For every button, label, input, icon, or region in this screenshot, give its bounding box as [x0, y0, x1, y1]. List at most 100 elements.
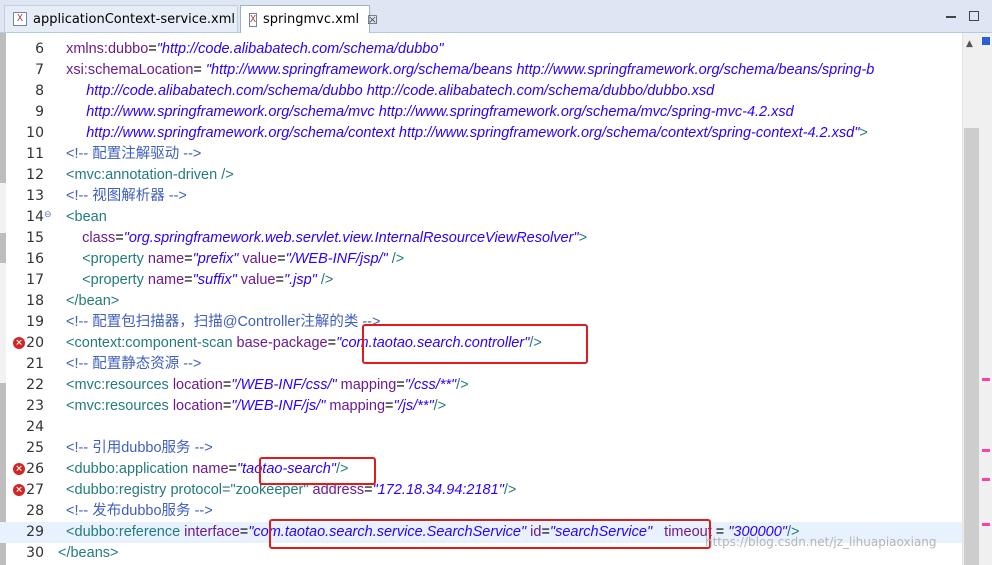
code-editor[interactable]: 6 xmlns:dubbo="http://code.alibabatech.c…	[0, 33, 992, 565]
code-token: <context:component-scan	[58, 335, 237, 351]
code-token: >	[859, 125, 868, 141]
line-number: 29	[26, 524, 44, 540]
code-token: =	[184, 251, 193, 267]
code-line[interactable]: 6 xmlns:dubbo="http://code.alibabatech.c…	[0, 39, 962, 60]
code-line[interactable]: 10 http://www.springframework.org/schema…	[0, 123, 962, 144]
code-token: <!-- 配置注解驱动 -->	[58, 146, 202, 162]
code-line[interactable]: 7 xsi:schemaLocation= "http://www.spring…	[0, 60, 962, 81]
code-token: value	[236, 272, 276, 288]
error-icon[interactable]: ×	[13, 484, 25, 496]
line-number: 10	[26, 125, 44, 141]
code-line[interactable]: 11 <!-- 配置注解驱动 -->	[0, 144, 962, 165]
code-line[interactable]: 18 </bean>	[0, 291, 962, 312]
code-token: />	[387, 251, 405, 267]
tab-label: applicationContext-service.xml	[33, 11, 235, 27]
code-text: <mvc:resources location="/WEB-INF/css/" …	[58, 375, 469, 396]
scroll-up-arrow-icon[interactable]: ▲	[966, 39, 973, 49]
code-line[interactable]: 22 <mvc:resources location="/WEB-INF/css…	[0, 375, 962, 396]
code-text: <!-- 发布dubbo服务 -->	[58, 501, 213, 522]
editor-tab-bar: X applicationContext-service.xml X sprin…	[0, 0, 992, 33]
code-token: "172.18.34.94:2181"	[372, 482, 504, 498]
code-token: =	[277, 251, 286, 267]
fold-toggle-icon[interactable]: ⊖	[44, 210, 52, 220]
code-token: =	[275, 272, 284, 288]
code-token: base-package	[236, 335, 328, 351]
code-text: xsi:schemaLocation= "http://www.springfr…	[58, 60, 874, 81]
code-text: <property name="suffix" value=".jsp" />	[58, 270, 333, 291]
overview-error-marker[interactable]	[982, 449, 990, 452]
code-text: <!-- 配置注解驱动 -->	[58, 144, 201, 165]
close-tab-icon[interactable]: ☒	[367, 13, 378, 27]
overview-error-marker[interactable]	[982, 478, 990, 481]
line-number: 21	[26, 356, 44, 372]
code-text: <!-- 配置包扫描器，扫描@Controller注解的类 -->	[58, 312, 380, 333]
code-token: />	[433, 398, 447, 414]
code-line[interactable]: 26 × <dubbo:application name="taotao-sear…	[0, 459, 962, 480]
xml-file-icon: X	[13, 12, 27, 26]
line-number: 6	[35, 41, 44, 57]
code-token: <!-- 引用dubbo服务 -->	[58, 440, 213, 456]
code-token: =	[222, 377, 232, 393]
code-line[interactable]: 25 <!-- 引用dubbo服务 -->	[0, 438, 962, 459]
code-token: <mvc:annotation-driven />	[58, 167, 234, 183]
code-text: xmlns:dubbo="http://code.alibabatech.com…	[58, 39, 444, 60]
line-number: 8	[35, 83, 44, 99]
overview-error-marker[interactable]	[982, 378, 990, 381]
code-text: <!-- 引用dubbo服务 -->	[58, 438, 213, 459]
code-token: http://www.springframework.org/schema/mv…	[58, 104, 794, 120]
line-number: 18	[26, 293, 44, 309]
overview-error-marker[interactable]	[982, 523, 990, 526]
code-line[interactable]: 24	[0, 417, 962, 438]
code-token: value	[238, 251, 278, 267]
code-token: xsi:schemaLocation	[66, 62, 194, 78]
code-token: interface	[184, 524, 240, 540]
code-token: "/js/**"	[393, 398, 434, 414]
code-line[interactable]: 8 http://code.alibabatech.com/schema/dub…	[0, 81, 962, 102]
code-line[interactable]: 15 class="org.springframework.web.servle…	[0, 228, 962, 249]
watermark-text: https://blog.csdn.net/jz_lihuapiaoxiang	[705, 535, 937, 549]
code-token: <!-- 配置静态资源 -->	[58, 356, 202, 372]
error-icon[interactable]: ×	[13, 463, 25, 475]
code-line[interactable]: 23 <mvc:resources location="/WEB-INF/js/…	[0, 396, 962, 417]
scrollbar-thumb[interactable]	[964, 128, 979, 565]
line-number: 25	[26, 440, 44, 456]
maximize-icon[interactable]	[969, 11, 979, 21]
code-token: "/WEB-INF/jsp/"	[285, 251, 388, 267]
minimize-icon[interactable]	[946, 12, 956, 18]
code-token: mapping	[336, 377, 397, 393]
line-number: 19	[26, 314, 44, 330]
code-line[interactable]: 17 <property name="suffix" value=".jsp" …	[0, 270, 962, 291]
code-token: <bean	[58, 209, 107, 225]
code-token: http://www.springframework.org/schema/co…	[58, 125, 860, 141]
code-token: "http://code.alibabatech.com/schema/dubb…	[156, 41, 444, 57]
code-line[interactable]: 9 http://www.springframework.org/schema/…	[0, 102, 962, 123]
code-token: =	[115, 230, 124, 246]
code-line[interactable]: 27 × <dubbo:registry protocol="zookeeper"…	[0, 480, 962, 501]
code-token: =	[148, 41, 157, 57]
code-line[interactable]: 14 ⊖ <bean	[0, 207, 962, 228]
tab-applicationcontext-service[interactable]: X applicationContext-service.xml	[4, 5, 238, 32]
line-number: 15	[26, 230, 44, 246]
tab-springmvc[interactable]: X springmvc.xml ☒	[240, 5, 378, 33]
code-token: <dubbo:application	[58, 461, 193, 477]
line-number: 22	[26, 377, 44, 393]
code-text: <property name="prefix" value="/WEB-INF/…	[58, 249, 404, 270]
code-token: "http://www.springframework.org/schema/b…	[201, 62, 875, 78]
highlight-box-app-name	[259, 457, 376, 485]
code-line[interactable]: 16 <property name="prefix" value="/WEB-I…	[0, 249, 962, 270]
code-token: mapping	[325, 398, 386, 414]
code-token: "/WEB-INF/css/"	[231, 377, 337, 393]
code-token: <property	[58, 251, 148, 267]
line-number: 11	[26, 146, 44, 162]
code-token: xmlns:dubbo	[66, 41, 149, 57]
code-token: http://code.alibabatech.com/schema/dubbo…	[58, 83, 715, 99]
code-token: <dubbo:reference	[58, 524, 185, 540]
error-icon[interactable]: ×	[13, 337, 25, 349]
code-text: </beans>	[58, 543, 118, 564]
code-line[interactable]: 13 <!-- 视图解析器 -->	[0, 186, 962, 207]
line-number: 28	[26, 503, 44, 519]
code-line[interactable]: 12 <mvc:annotation-driven />	[0, 165, 962, 186]
line-number: 24	[26, 419, 44, 435]
code-token: >	[578, 230, 588, 246]
